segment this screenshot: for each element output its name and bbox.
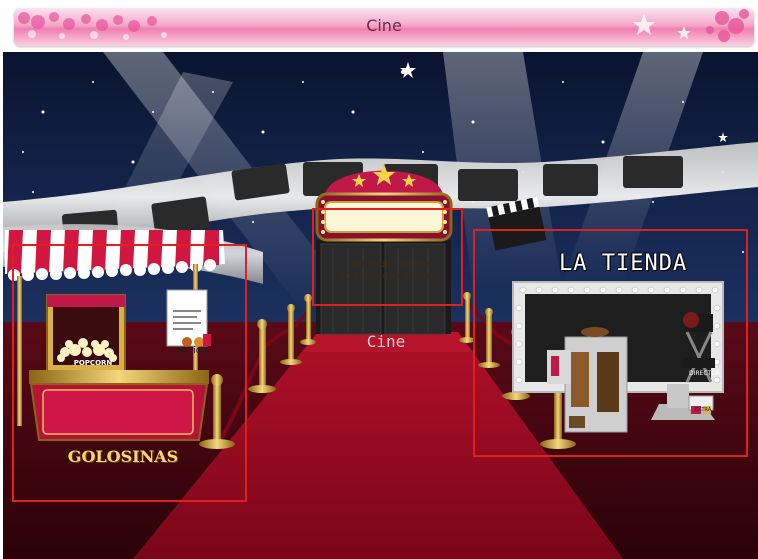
ticket-booth-hotspot[interactable]	[312, 208, 463, 306]
shop-hotspot[interactable]	[473, 229, 748, 457]
cinema-door-label: Cine	[366, 332, 406, 351]
ornament-right-icon	[633, 9, 749, 42]
candy-stand-hotspot[interactable]	[12, 244, 247, 502]
cinema-scene: Precio por billete 20 Monedas de Oro LA …	[3, 52, 758, 559]
title-bar: Cine	[14, 8, 754, 46]
game-window: Cine Precio por billete 20 Monedas de Or…	[0, 0, 758, 559]
